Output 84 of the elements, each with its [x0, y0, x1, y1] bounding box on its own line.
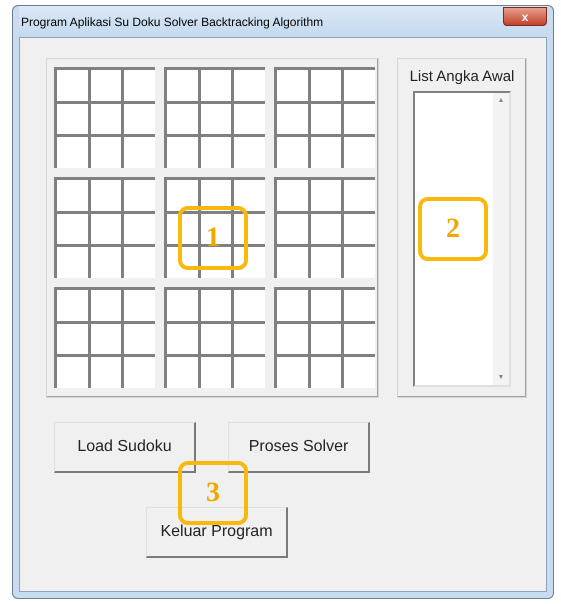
- sudoku-cell[interactable]: [231, 287, 265, 321]
- sudoku-cell[interactable]: [231, 177, 265, 211]
- sudoku-cell[interactable]: [121, 354, 155, 388]
- sudoku-cell[interactable]: [308, 354, 342, 388]
- sudoku-cell[interactable]: [198, 354, 232, 388]
- sudoku-cell[interactable]: [231, 100, 265, 134]
- sudoku-cell[interactable]: [274, 177, 308, 211]
- sudoku-cell[interactable]: [231, 67, 265, 101]
- sudoku-cell[interactable]: [274, 354, 308, 388]
- sudoku-cell[interactable]: [274, 244, 308, 278]
- sudoku-cell[interactable]: [54, 134, 88, 168]
- sudoku-cell[interactable]: [198, 320, 232, 354]
- sudoku-cell[interactable]: [198, 134, 232, 168]
- sudoku-cell[interactable]: [341, 134, 375, 168]
- sudoku-cell[interactable]: [308, 100, 342, 134]
- sudoku-cell[interactable]: [341, 287, 375, 321]
- sudoku-cell[interactable]: [341, 354, 375, 388]
- sudoku-cell[interactable]: [54, 100, 88, 134]
- sudoku-cell[interactable]: [231, 354, 265, 388]
- sudoku-cell[interactable]: [88, 177, 122, 211]
- close-button[interactable]: x: [503, 7, 547, 26]
- sudoku-cell[interactable]: [164, 287, 198, 321]
- sudoku-cell[interactable]: [88, 134, 122, 168]
- action-button[interactable]: Load Sudoku: [54, 422, 196, 473]
- sudoku-cell[interactable]: [274, 320, 308, 354]
- sudoku-cell[interactable]: [308, 287, 342, 321]
- sudoku-cell[interactable]: [308, 244, 342, 278]
- sudoku-cell[interactable]: [341, 320, 375, 354]
- sudoku-cell[interactable]: [54, 354, 88, 388]
- sudoku-cell[interactable]: [164, 177, 198, 211]
- sudoku-cell[interactable]: [121, 177, 155, 211]
- sudoku-cell[interactable]: [121, 100, 155, 134]
- sudoku-cell[interactable]: [274, 287, 308, 321]
- sudoku-cell[interactable]: [198, 100, 232, 134]
- sudoku-cell[interactable]: [198, 287, 232, 321]
- sudoku-cell[interactable]: [121, 67, 155, 101]
- sudoku-cell[interactable]: [308, 177, 342, 211]
- sudoku-cell[interactable]: [164, 67, 198, 101]
- sudoku-cell[interactable]: [54, 67, 88, 101]
- sudoku-cell[interactable]: [88, 320, 122, 354]
- sudoku-cell[interactable]: [341, 100, 375, 134]
- sudoku-cell[interactable]: [54, 177, 88, 211]
- action-button[interactable]: Keluar Program: [146, 507, 288, 558]
- action-button[interactable]: Proses Solver: [228, 422, 370, 473]
- sudoku-cell[interactable]: [164, 134, 198, 168]
- sudoku-cell[interactable]: [274, 100, 308, 134]
- sudoku-cell[interactable]: [121, 244, 155, 278]
- sudoku-cell[interactable]: [274, 67, 308, 101]
- sudoku-cell[interactable]: [54, 287, 88, 321]
- window-title: Program Aplikasi Su Doku Solver Backtracking Algorithm: [20, 14, 324, 28]
- sudoku-cell[interactable]: [54, 244, 88, 278]
- sudoku-cell[interactable]: [54, 210, 88, 244]
- sudoku-cell[interactable]: [164, 354, 198, 388]
- sudoku-cell[interactable]: [121, 287, 155, 321]
- sudoku-cell[interactable]: [341, 177, 375, 211]
- sudoku-cell[interactable]: [231, 134, 265, 168]
- sudoku-cell[interactable]: [274, 210, 308, 244]
- sudoku-cell[interactable]: [341, 67, 375, 101]
- list-label: List Angka Awal: [410, 68, 514, 85]
- sudoku-cell[interactable]: [308, 134, 342, 168]
- sudoku-cell[interactable]: [88, 67, 122, 101]
- callout-marker: 1: [178, 206, 248, 270]
- sudoku-cell[interactable]: [274, 134, 308, 168]
- sudoku-cell[interactable]: [308, 67, 342, 101]
- sudoku-cell[interactable]: [88, 244, 122, 278]
- sudoku-cell[interactable]: [198, 210, 232, 244]
- sudoku-cell[interactable]: [54, 320, 88, 354]
- sudoku-cell[interactable]: [308, 320, 342, 354]
- sudoku-cell[interactable]: [231, 320, 265, 354]
- sudoku-cell[interactable]: [341, 210, 375, 244]
- sudoku-cell[interactable]: [341, 244, 375, 278]
- sudoku-cell[interactable]: [198, 67, 232, 101]
- sudoku-cell[interactable]: [88, 287, 122, 321]
- sudoku-cell[interactable]: [121, 320, 155, 354]
- sudoku-cell[interactable]: [308, 210, 342, 244]
- callout-marker: 2: [418, 197, 488, 261]
- sudoku-cell[interactable]: [164, 320, 198, 354]
- sudoku-cell[interactable]: [121, 134, 155, 168]
- sudoku-cell[interactable]: [121, 210, 155, 244]
- sudoku-cell[interactable]: [164, 100, 198, 134]
- sudoku-cell[interactable]: [88, 354, 122, 388]
- sudoku-cell[interactable]: [88, 100, 122, 134]
- callout-marker: 3: [178, 461, 248, 525]
- sudoku-cell[interactable]: [88, 210, 122, 244]
